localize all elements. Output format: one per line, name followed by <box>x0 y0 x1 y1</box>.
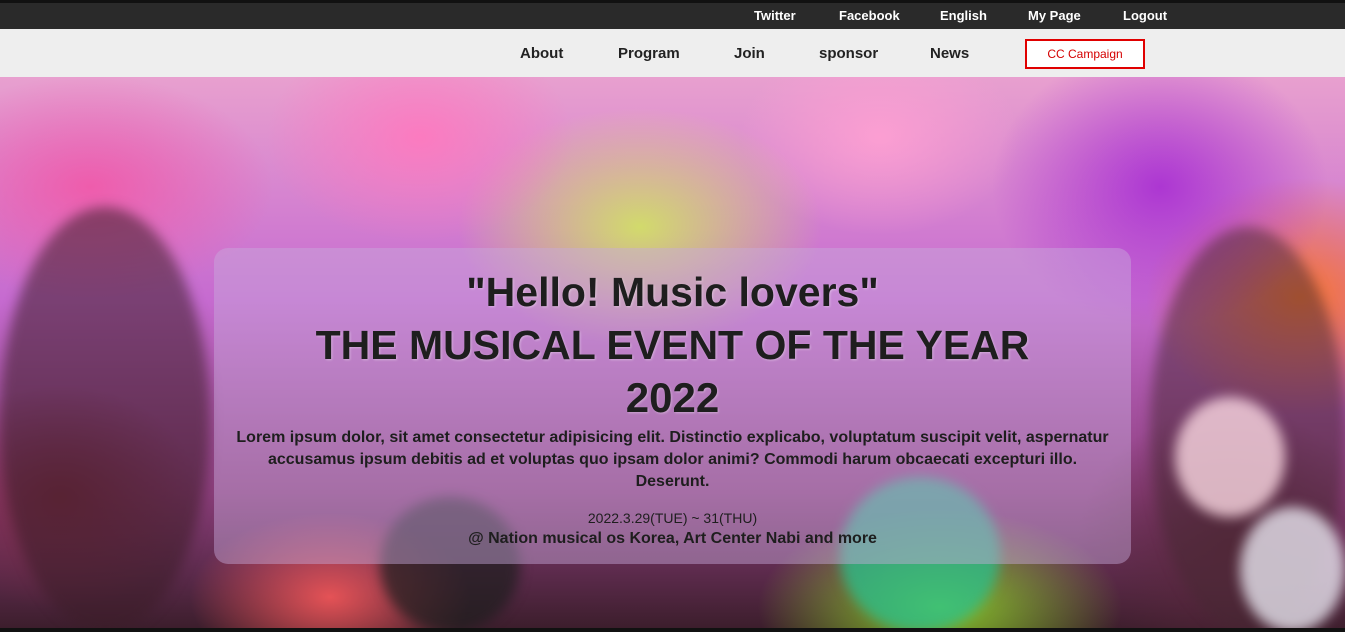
hero-headline-year: 2022 <box>625 374 720 421</box>
twitter-link[interactable]: Twitter <box>754 8 796 23</box>
bottom-border <box>0 628 1345 632</box>
language-link[interactable]: English <box>940 8 987 23</box>
crowd-left-shape <box>0 207 210 632</box>
hero-headline-greeting: "Hello! Music lovers" <box>466 269 879 315</box>
facebook-link[interactable]: Facebook <box>839 8 900 23</box>
pink-top-shape <box>1175 397 1285 517</box>
hero-headline-event: THE MUSICAL EVENT OF THE YEAR <box>315 322 1030 368</box>
nav-item-news[interactable]: News <box>930 45 969 62</box>
hero-description: Lorem ipsum dolor, sit amet consectetur … <box>236 429 1109 490</box>
striped-shirt-shape <box>1240 507 1345 632</box>
nav-item-join[interactable]: Join <box>734 45 765 62</box>
my-page-link[interactable]: My Page <box>1028 8 1081 23</box>
nav-item-program[interactable]: Program <box>618 45 680 62</box>
hero-section: "Hello! Music lovers" THE MUSICAL EVENT … <box>0 77 1345 632</box>
hero-card: "Hello! Music lovers" THE MUSICAL EVENT … <box>214 248 1131 564</box>
nav-item-about[interactable]: About <box>520 45 563 62</box>
event-date: 2022.3.29(TUE) ~ 31(THU) <box>587 510 758 526</box>
top-utility-bar: Twitter Facebook English My Page Logout <box>0 0 1345 29</box>
main-nav: About Program Join sponsor News CC Campa… <box>0 29 1345 77</box>
nav-item-sponsor[interactable]: sponsor <box>819 45 878 62</box>
page: Twitter Facebook English My Page Logout … <box>0 0 1345 632</box>
cc-campaign-button[interactable]: CC Campaign <box>1025 39 1145 69</box>
logout-link[interactable]: Logout <box>1123 8 1167 23</box>
event-venue: @ Nation musical os Korea, Art Center Na… <box>468 530 877 547</box>
